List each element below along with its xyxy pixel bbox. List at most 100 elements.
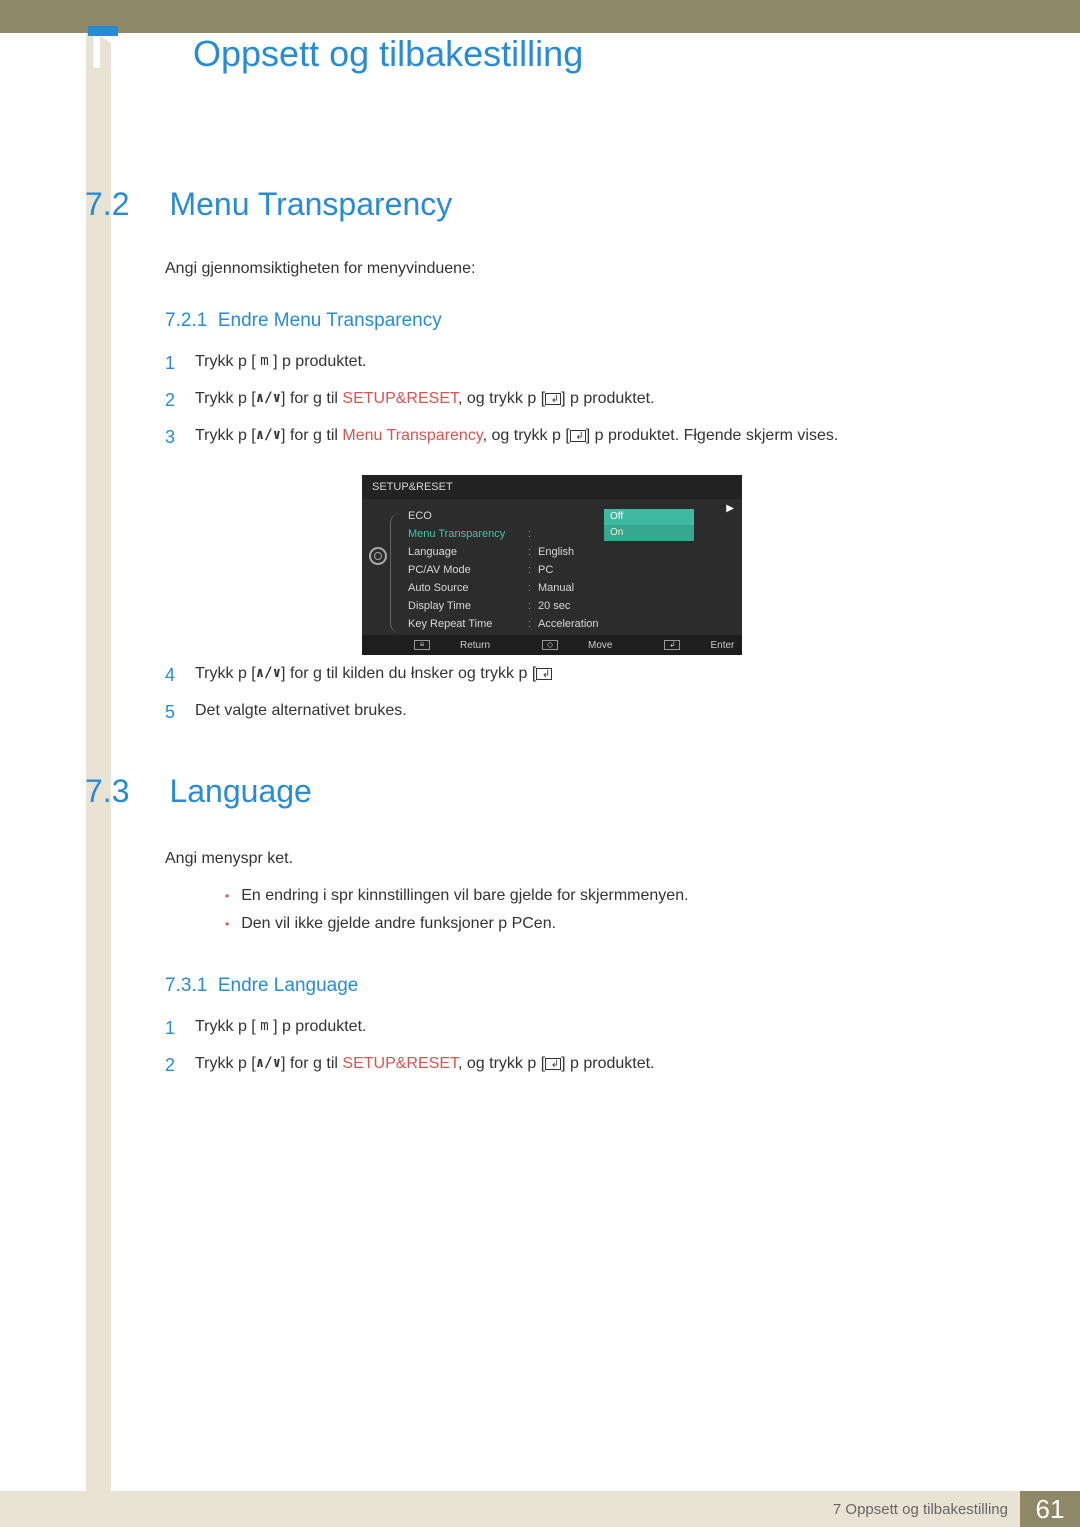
osd-dropdown: Off On — [604, 509, 694, 541]
enter-icon — [545, 393, 561, 405]
return-icon: ≡ — [414, 640, 430, 650]
step-1: 1 Trykk p [ m ] p produktet. — [165, 1015, 990, 1042]
t: ] p produktet. — [561, 390, 654, 407]
bullet: Den vil ikke gjelde andre funksjoner p P… — [225, 915, 689, 933]
page-number: 61 — [1020, 1491, 1080, 1527]
step-text: Trykk p [∧/∨] for g til SETUP&RESET, og … — [195, 1052, 990, 1076]
t: , og trykk p [ — [458, 1055, 545, 1072]
v: 20 sec — [538, 600, 742, 612]
osd-header: SETUP&RESET — [362, 475, 742, 499]
steps-7-2-1b: 4 Trykk p [∧/∨] for g til kilden du łnsk… — [165, 662, 990, 736]
l: Menu Transparency — [408, 528, 528, 540]
t: ] for g til — [281, 427, 342, 444]
osd-row: PC/AV Mode:PC — [394, 561, 742, 579]
osd-row: Key Repeat Time:Acceleration — [394, 615, 742, 633]
step-text: Trykk p [∧/∨] for g til Menu Transparenc… — [195, 424, 990, 448]
t: Trykk p [ — [195, 1018, 260, 1035]
step-number: 2 — [165, 387, 195, 414]
section-7-2-intro: Angi gjennomsiktigheten for menyvinduene… — [165, 260, 475, 278]
option-off: Off — [604, 509, 694, 525]
t: ] for g til kilden du łnsker og trykk p … — [281, 665, 536, 682]
sub-title: Endre Menu Transparency — [218, 310, 442, 331]
step-number: 1 — [165, 350, 195, 377]
t: Return — [460, 640, 490, 651]
section-7-3: 7.3 Language — [85, 773, 312, 810]
section-7-3-intro: Angi menyspr ket. — [165, 850, 293, 868]
t: Enter — [710, 640, 734, 651]
osd-row: Display Time:20 sec — [394, 597, 742, 615]
step-5: 5 Det valgte alternativet brukes. — [165, 699, 990, 726]
sub-num: 7.3.1 — [165, 975, 207, 996]
osd-return: ≡ Return — [388, 640, 490, 651]
updown-icon: ∧/∨ — [256, 425, 281, 446]
v: PC — [538, 564, 742, 576]
l: Display Time — [408, 600, 528, 612]
step-text: Det valgte alternativet brukes. — [195, 699, 990, 723]
move-icon: ◇ — [542, 640, 558, 650]
c: : — [528, 528, 538, 540]
t: Trykk p [ — [195, 427, 256, 444]
t: Trykk p [ — [195, 390, 256, 407]
t: Trykk p [ — [195, 1055, 256, 1072]
v: English — [538, 546, 742, 558]
footer-chapter: 7 Oppsett og tilbakestilling — [833, 1501, 1008, 1518]
subsection-7-2-1: 7.2.1 Endre Menu Transparency — [165, 310, 442, 332]
highlight: SETUP&RESET — [342, 390, 458, 407]
sub-num: 7.2.1 — [165, 310, 207, 331]
l: PC/AV Mode — [408, 564, 528, 576]
step-number: 5 — [165, 699, 195, 726]
step-text: Trykk p [∧/∨] for g til SETUP&RESET, og … — [195, 387, 990, 411]
t: ] p produktet. — [561, 1055, 654, 1072]
c: : — [528, 618, 538, 630]
t: ] p produktet. Fłgende skjerm vises. — [586, 427, 839, 444]
t: , og trykk p [ — [458, 390, 545, 407]
step-number: 4 — [165, 662, 195, 689]
t: ] p produktet. — [269, 1018, 367, 1035]
c: : — [528, 546, 538, 558]
updown-icon: ∧/∨ — [256, 1053, 281, 1074]
osd-row: Language:English — [394, 543, 742, 561]
gear-icon — [369, 547, 387, 565]
t: ] p produktet. — [269, 353, 367, 370]
section-title: Language — [169, 773, 311, 810]
section-number: 7.2 — [85, 186, 165, 223]
t: Move — [588, 640, 612, 651]
enter-icon — [545, 1058, 561, 1070]
step-2: 2 Trykk p [∧/∨] for g til SETUP&RESET, o… — [165, 1052, 990, 1079]
section-7-2: 7.2 Menu Transparency — [85, 186, 452, 223]
v: Manual — [538, 582, 742, 594]
t: , og trykk p [ — [483, 427, 570, 444]
step-number: 1 — [165, 1015, 195, 1042]
section-number: 7.3 — [85, 773, 165, 810]
l: Key Repeat Time — [408, 618, 528, 630]
option-on: On — [604, 525, 694, 541]
subsection-7-3-1: 7.3.1 Endre Language — [165, 975, 358, 997]
step-number: 2 — [165, 1052, 195, 1079]
step-text: Trykk p [ m ] p produktet. — [195, 1015, 990, 1039]
section-title: Menu Transparency — [169, 186, 452, 223]
steps-7-2-1: 1 Trykk p [ m ] p produktet. 2 Trykk p [… — [165, 350, 990, 461]
step-1: 1 Trykk p [ m ] p produktet. — [165, 350, 990, 377]
t: ] for g til — [281, 390, 342, 407]
c: : — [528, 600, 538, 612]
enter-icon: ↲ — [664, 640, 680, 650]
steps-7-3-1: 1 Trykk p [ m ] p produktet. 2 Trykk p [… — [165, 1015, 990, 1089]
l: Auto Source — [408, 582, 528, 594]
step-4: 4 Trykk p [∧/∨] for g til kilden du łnsk… — [165, 662, 990, 689]
l: ECO — [408, 510, 528, 522]
step-3: 3 Trykk p [∧/∨] for g til Menu Transpare… — [165, 424, 990, 451]
osd-move: ◇ Move — [516, 640, 612, 651]
osd-curve — [390, 513, 404, 633]
left-stripe — [86, 0, 111, 1527]
enter-icon — [570, 430, 586, 442]
step-2: 2 Trykk p [∧/∨] for g til SETUP&RESET, o… — [165, 387, 990, 414]
l: Language — [408, 546, 528, 558]
sub-title: Endre Language — [218, 975, 359, 996]
osd-enter: ↲ Enter — [638, 640, 734, 651]
t: ] for g til — [281, 1055, 342, 1072]
section-7-3-notes: En endring i spr kinnstillingen vil bare… — [225, 887, 689, 943]
chapter-tab-accent — [88, 26, 118, 36]
t: Trykk p [ — [195, 665, 256, 682]
c: : — [528, 564, 538, 576]
menu-button-icon: m — [260, 1016, 268, 1037]
